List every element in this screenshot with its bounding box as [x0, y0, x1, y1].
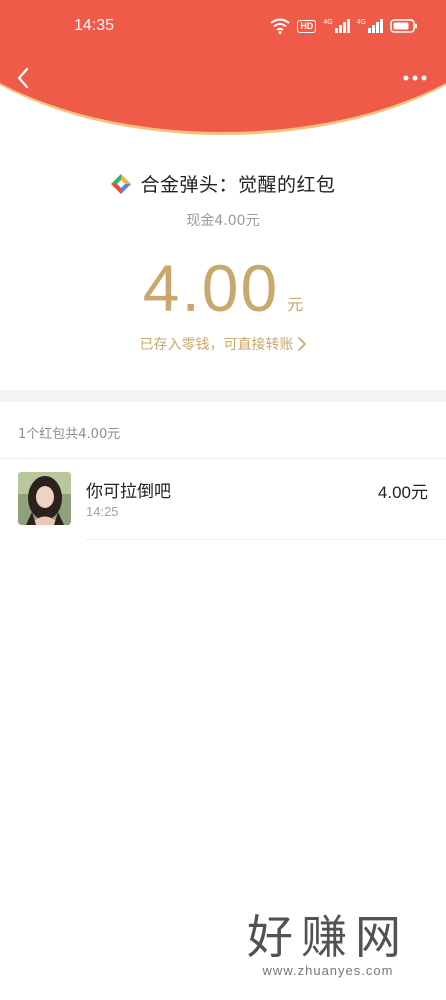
- hd-icon: HD: [297, 19, 317, 33]
- record-time: 14:25: [86, 504, 119, 519]
- list-item[interactable]: 你可拉倒吧 14:25 4.00元: [0, 472, 446, 540]
- page-title: 合金弹头：觉醒的红包: [140, 174, 336, 196]
- app-logo-icon: [111, 173, 132, 194]
- amount-unit: 元: [287, 295, 304, 314]
- record-name: 你可拉倒吧: [86, 482, 171, 502]
- watermark-logo-text: 好赚网: [247, 910, 409, 964]
- more-dots-icon: [403, 75, 427, 81]
- section-divider: [0, 390, 446, 402]
- header: 14:35 HD 4G 4G: [0, 0, 446, 135]
- record-divider: [86, 539, 446, 540]
- chevron-right-icon: [297, 337, 306, 351]
- more-button[interactable]: [402, 68, 428, 88]
- avatar[interactable]: [18, 472, 71, 525]
- amount-value: 4.00: [142, 251, 280, 325]
- title-row: 合金弹头：觉醒的红包: [0, 170, 446, 197]
- amount-row: 4.00 元: [0, 255, 446, 321]
- watermark-url: www.zhuanyes.com: [262, 962, 394, 978]
- status-icons: HD 4G 4G: [270, 18, 418, 34]
- back-button[interactable]: [12, 66, 36, 90]
- chevron-left-icon: [17, 67, 29, 89]
- cash-subtitle: 现金4.00元: [186, 213, 260, 229]
- status-time: 14:35: [74, 17, 115, 34]
- summary-text: 1个红包共4.00元: [18, 427, 121, 442]
- signal-icon-1: 4G: [323, 19, 350, 33]
- watermark: 好赚网 www.zhuanyes.com: [228, 912, 428, 978]
- deposit-link-label: 已存入零钱，可直接转账: [139, 337, 294, 353]
- avatar-photo: [18, 472, 71, 525]
- deposit-link[interactable]: 已存入零钱，可直接转账: [0, 334, 446, 354]
- signal-icon-2: 4G: [357, 19, 383, 33]
- record-amount: 4.00元: [377, 483, 428, 502]
- summary-divider: [0, 458, 446, 459]
- battery-icon: [390, 19, 417, 33]
- status-bar: 14:35 HD 4G 4G: [0, 0, 446, 56]
- wifi-icon: [270, 18, 290, 34]
